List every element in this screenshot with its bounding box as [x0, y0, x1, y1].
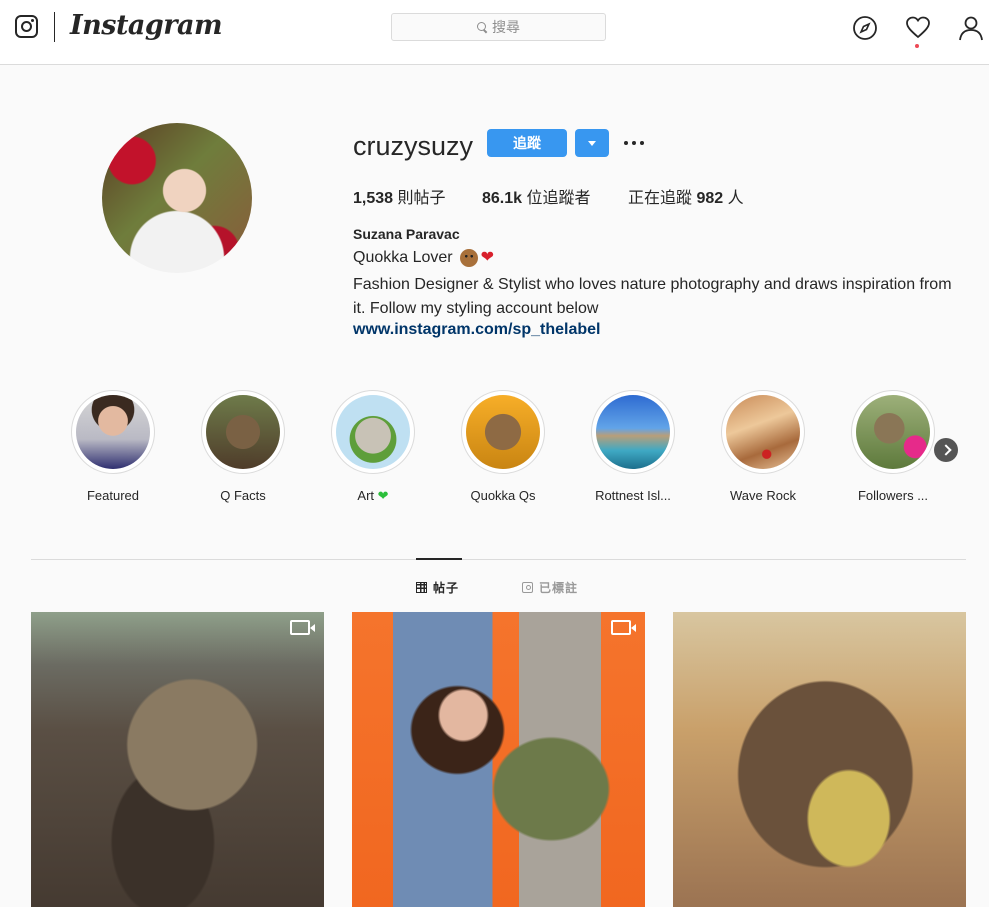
profile-avatar[interactable]	[102, 123, 252, 273]
follow-button[interactable]: 追蹤	[487, 129, 567, 157]
red-heart-emoji-icon: ❤	[480, 249, 495, 266]
notification-dot	[915, 44, 919, 48]
tab-posts[interactable]: 帖子	[416, 579, 459, 596]
profile-user-icon[interactable]	[958, 15, 984, 41]
highlight-cover-image	[856, 395, 930, 469]
green-heart-emoji-icon: ❤	[377, 488, 389, 503]
bio-line-1: Quokka Lover ❤	[353, 249, 494, 267]
top-navigation: Instagram 搜尋	[0, 0, 989, 65]
bio-line-2: Fashion Designer & Stylist who loves nat…	[353, 276, 952, 317]
post-thumbnail[interactable]	[31, 612, 324, 907]
profile-full-name: Suzana Paravac	[353, 226, 460, 242]
grid-icon	[416, 582, 427, 593]
following-count[interactable]: 正在追蹤 982 人	[628, 184, 744, 208]
highlight-ring	[71, 390, 155, 474]
posts-count: 1,538 則帖子	[353, 184, 446, 208]
tabs-divider	[31, 559, 966, 560]
more-dot	[624, 141, 628, 145]
posts-count-value: 1,538	[353, 190, 394, 207]
highlight-label-text: Art	[357, 488, 375, 503]
highlight-label: Rottnest Isl...	[595, 488, 671, 503]
followers-count[interactable]: 86.1k 位追蹤者	[482, 184, 591, 208]
highlight-cover-image	[596, 395, 670, 469]
following-count-label: 正在追蹤	[628, 190, 697, 207]
highlight-label: Followers ...	[857, 488, 929, 503]
followers-count-label: 位追蹤者	[522, 190, 591, 207]
highlight-cover-image	[206, 395, 280, 469]
highlight-featured[interactable]: Featured	[71, 390, 155, 503]
highlight-cover-image	[336, 395, 410, 469]
posts-count-label: 則帖子	[393, 190, 446, 207]
highlight-cover-image	[466, 395, 540, 469]
tagged-person-icon	[522, 582, 533, 593]
highlight-rottnest-island[interactable]: Rottnest Isl...	[591, 390, 675, 503]
highlight-cover-image	[76, 395, 150, 469]
highlight-label: Wave Rock	[730, 488, 796, 503]
highlight-q-facts[interactable]: Q Facts	[201, 390, 285, 503]
highlight-ring	[721, 390, 805, 474]
search-placeholder: 搜尋	[492, 19, 520, 35]
video-camera-icon	[611, 620, 636, 635]
highlight-ring	[591, 390, 675, 474]
bear-emoji-icon	[459, 249, 478, 267]
post-thumbnail[interactable]	[352, 612, 645, 907]
video-camera-icon	[290, 620, 315, 635]
active-tab-indicator	[416, 558, 462, 560]
followers-count-value: 86.1k	[482, 190, 523, 207]
search-input[interactable]: 搜尋	[391, 13, 606, 41]
bio-website-link[interactable]: www.instagram.com/sp_thelabel	[353, 321, 600, 339]
highlight-label: Featured	[86, 488, 140, 503]
highlight-art[interactable]: Art ❤	[331, 390, 415, 504]
explore-compass-icon[interactable]	[852, 15, 878, 41]
highlight-label: Q Facts	[220, 488, 266, 503]
post-thumbnail[interactable]	[673, 612, 966, 907]
tab-posts-label: 帖子	[433, 581, 460, 595]
bio-line-1-text: Quokka Lover	[353, 249, 453, 266]
highlight-wave-rock[interactable]: Wave Rock	[721, 390, 805, 503]
highlight-ring	[851, 390, 935, 474]
more-dot	[632, 141, 636, 145]
highlight-ring	[331, 390, 415, 474]
highlight-followers[interactable]: Followers ...	[851, 390, 935, 503]
instagram-wordmark[interactable]: Instagram	[70, 10, 223, 41]
tab-tagged-label: 已標註	[539, 581, 579, 595]
following-count-value: 982	[696, 190, 724, 207]
instagram-logo-icon[interactable]	[15, 15, 38, 38]
highlight-label: Quokka Qs	[470, 488, 536, 503]
highlight-ring	[201, 390, 285, 474]
profile-username: cruzysuzy	[353, 131, 474, 161]
following-count-suffix: 人	[723, 190, 744, 207]
more-options-button[interactable]	[624, 129, 644, 157]
highlights-next-arrow-icon[interactable]	[934, 438, 958, 462]
highlight-label: Art ❤	[357, 488, 388, 504]
activity-heart-icon[interactable]	[905, 15, 931, 41]
highlight-ring	[461, 390, 545, 474]
search-icon	[477, 22, 487, 32]
nav-divider	[54, 12, 55, 42]
more-dot	[640, 141, 644, 145]
suggested-accounts-dropdown-button[interactable]	[575, 129, 609, 157]
highlight-quokka-qs[interactable]: Quokka Qs	[461, 390, 545, 503]
tab-tagged[interactable]: 已標註	[522, 579, 578, 596]
highlight-cover-image	[726, 395, 800, 469]
